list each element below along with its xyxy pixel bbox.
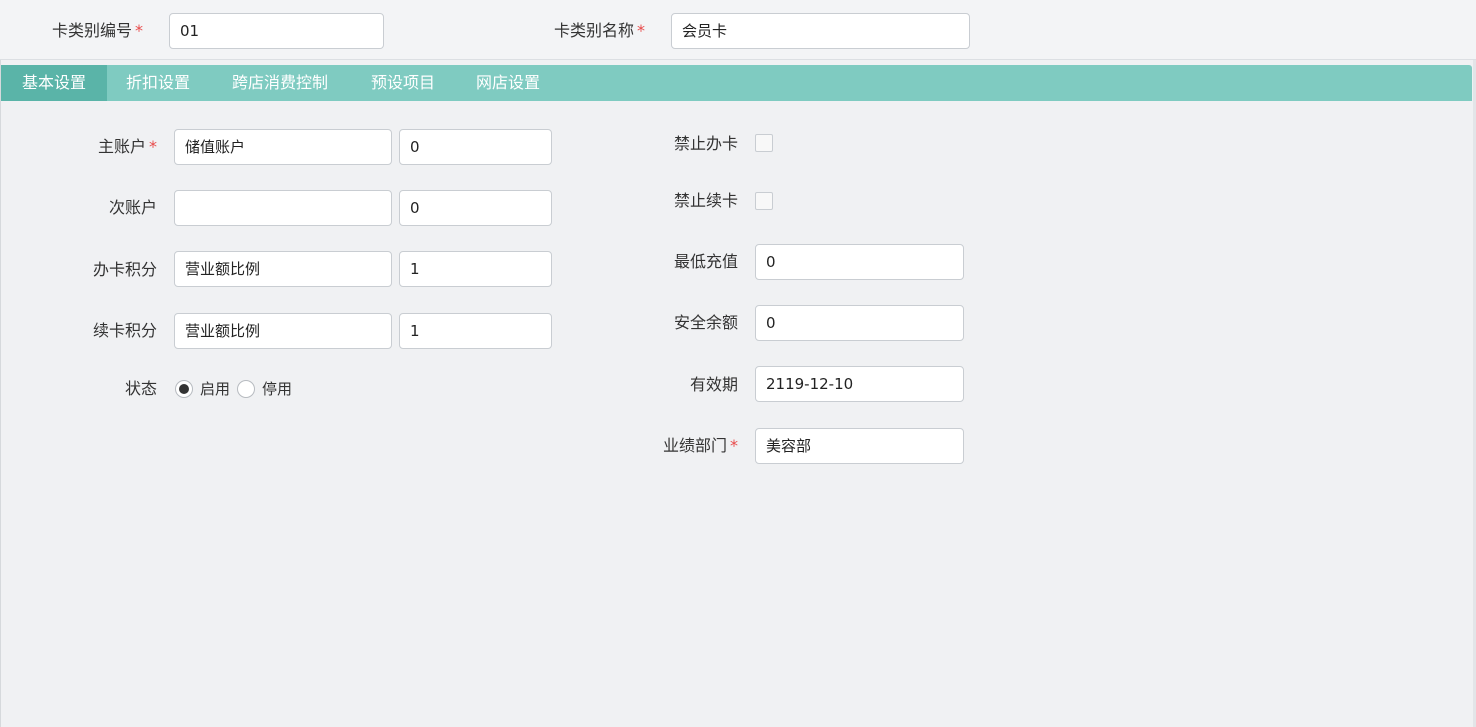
status-label: 状态 — [124, 379, 157, 398]
expiry-date-label: 有效期 — [689, 375, 738, 394]
required-mark: * — [730, 436, 738, 455]
card-code-label: 卡类别编号 * — [52, 21, 144, 40]
tab-basic-settings[interactable]: 基本设置 — [1, 65, 107, 101]
tab-bar: 基本设置 折扣设置 跨店消费控制 预设项目 网店设置 — [1, 65, 1472, 101]
card-type-header: 卡类别编号 * 01 卡类别名称 * 会员卡 — [0, 0, 1476, 60]
tab-preset-items[interactable]: 预设项目 — [371, 65, 435, 101]
forbid-open-card-label: 禁止办卡 — [673, 134, 738, 153]
sub-account-label: 次账户 — [108, 198, 157, 217]
open-card-points-input[interactable]: 1 — [399, 251, 552, 287]
renew-card-points-input[interactable]: 1 — [399, 313, 552, 349]
safe-balance-input[interactable]: 0 — [755, 305, 964, 341]
open-card-points-select[interactable]: 营业额比例 — [174, 251, 392, 287]
main-account-select[interactable]: 储值账户 — [174, 129, 392, 165]
left-border — [0, 0, 1, 727]
sub-account-select[interactable] — [174, 190, 392, 226]
tab-cross-store-control[interactable]: 跨店消费控制 — [232, 65, 328, 101]
department-select[interactable]: 美容部 — [755, 428, 964, 464]
status-disabled-radio[interactable] — [237, 380, 255, 398]
status-disabled-label[interactable]: 停用 — [262, 379, 292, 399]
main-account-label: 主账户 * — [97, 137, 157, 156]
required-mark: * — [637, 21, 646, 40]
card-name-input[interactable]: 会员卡 — [671, 13, 970, 49]
min-recharge-input[interactable]: 0 — [755, 244, 964, 280]
forbid-open-card-checkbox[interactable] — [755, 134, 773, 152]
required-mark: * — [135, 21, 144, 40]
min-recharge-label: 最低充值 — [673, 252, 738, 271]
status-enabled-radio[interactable] — [175, 380, 193, 398]
forbid-renew-card-label: 禁止续卡 — [673, 191, 738, 210]
expiry-date-input[interactable]: 2119-12-10 — [755, 366, 964, 402]
card-code-input[interactable]: 01 — [169, 13, 384, 49]
forbid-renew-card-checkbox[interactable] — [755, 192, 773, 210]
open-card-points-label: 办卡积分 — [92, 260, 157, 279]
sub-account-amount-input[interactable]: 0 — [399, 190, 552, 226]
renew-card-points-select[interactable]: 营业额比例 — [174, 313, 392, 349]
status-enabled-label[interactable]: 启用 — [200, 379, 230, 399]
required-mark: * — [149, 137, 157, 156]
renew-card-points-label: 续卡积分 — [92, 321, 157, 340]
card-name-label: 卡类别名称 * — [554, 21, 646, 40]
tab-discount-settings[interactable]: 折扣设置 — [126, 65, 190, 101]
main-account-amount-input[interactable]: 0 — [399, 129, 552, 165]
department-label: 业绩部门 * — [662, 436, 738, 455]
tab-online-store-settings[interactable]: 网店设置 — [476, 65, 540, 101]
safe-balance-label: 安全余额 — [673, 313, 738, 332]
